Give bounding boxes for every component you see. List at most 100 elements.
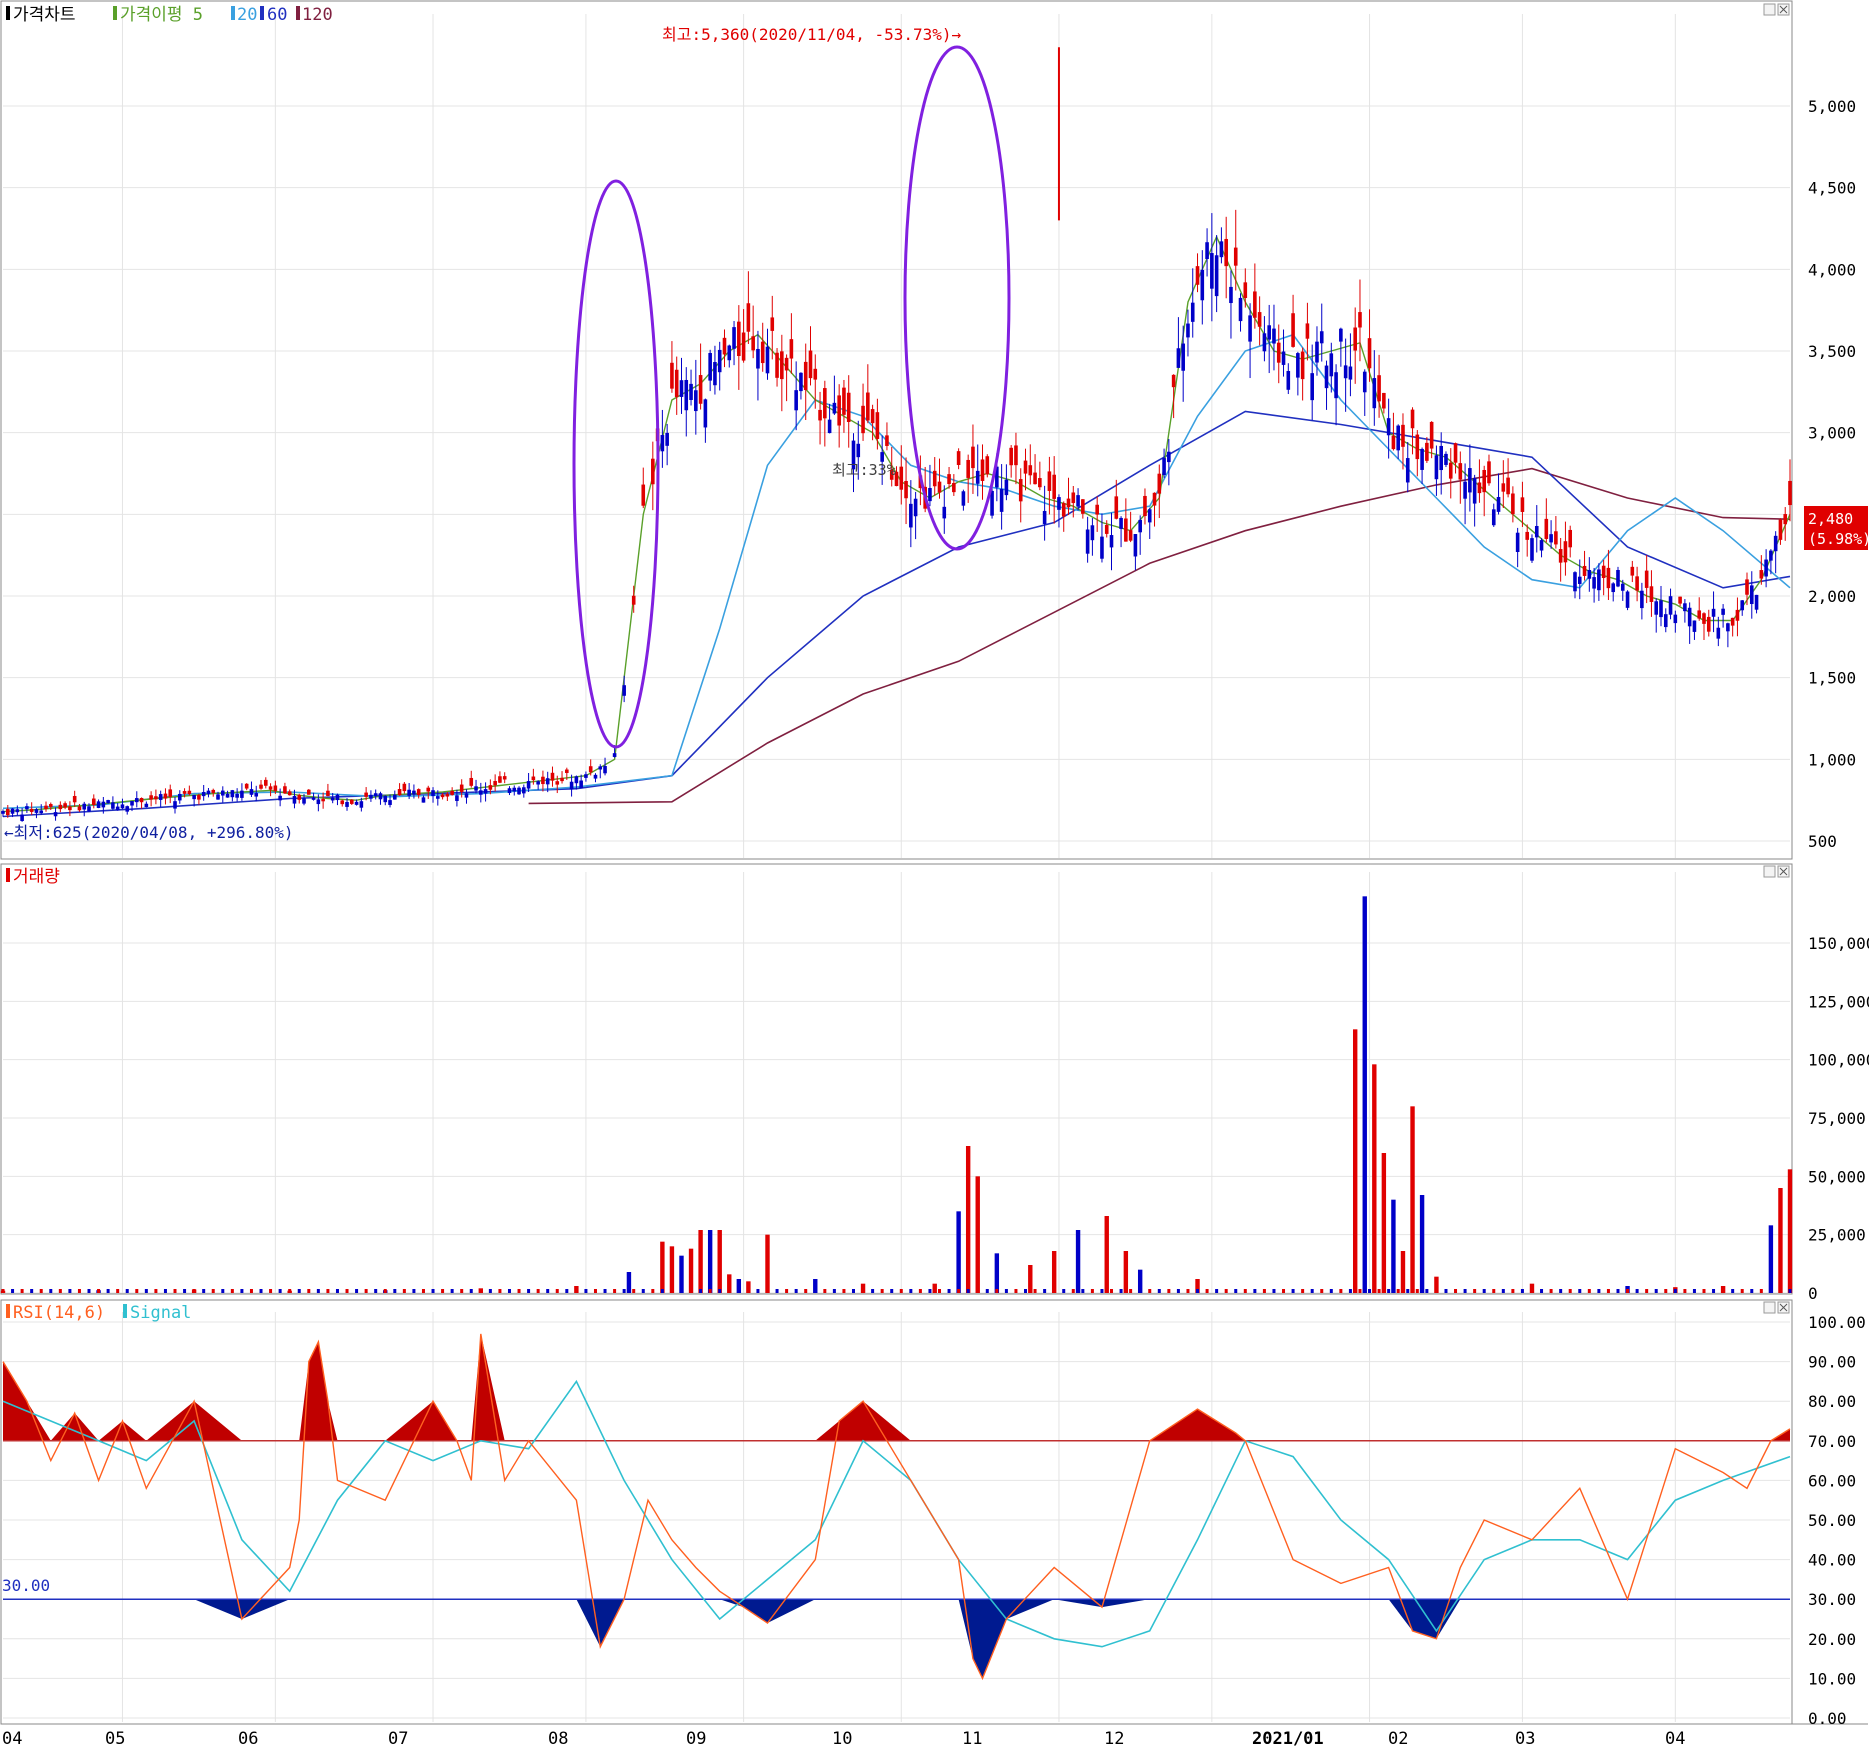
chart-window: 04 05 06 07 08 09 10 11 12 2021/01 02 03 04 5,000 4,50…	[0, 0, 1869, 1750]
volume-bar-small	[1463, 1289, 1467, 1293]
candle-body	[1453, 443, 1458, 463]
candle-body	[1090, 525, 1095, 541]
volume-bar-small	[326, 1289, 330, 1293]
price-y-tick: 3,000	[1808, 424, 1856, 443]
candle-body	[1310, 373, 1314, 401]
candle-body	[1296, 353, 1300, 378]
volume-bar-small	[765, 1289, 769, 1293]
candle-body	[1200, 269, 1205, 301]
volume-y-tick: 50,000	[1808, 1167, 1866, 1186]
volume-bar-small	[670, 1289, 674, 1293]
candle-body	[1343, 365, 1348, 379]
candle-body	[588, 766, 593, 773]
candle-body	[1625, 591, 1630, 608]
volume-bar-small	[718, 1289, 722, 1293]
volume-bar-small	[813, 1289, 817, 1293]
volume-bar-small	[1129, 1289, 1133, 1293]
volume-bar-small	[1, 1289, 5, 1293]
candle-body	[1286, 370, 1291, 390]
candle-body	[818, 409, 822, 421]
volume-bar-small	[593, 1289, 597, 1293]
candle-body	[794, 390, 798, 411]
volume-bar-small	[135, 1289, 139, 1293]
candle-body	[689, 383, 693, 400]
candle-body	[1128, 530, 1133, 541]
volume-bar-small	[851, 1289, 855, 1293]
candle-body	[1281, 351, 1286, 365]
candle-body	[971, 446, 975, 469]
candle-body	[445, 793, 450, 797]
candle-body	[115, 806, 120, 811]
candle-body	[254, 793, 259, 797]
ma120-legend: 120	[302, 5, 333, 25]
candle-body	[1726, 623, 1730, 632]
volume-bar-small	[651, 1289, 655, 1293]
candle-body	[684, 379, 689, 411]
candle-body	[1319, 331, 1324, 344]
volume-bar-small	[1348, 1289, 1352, 1293]
volume-bar	[1123, 1251, 1129, 1293]
candle-body	[612, 753, 617, 757]
candle-body	[1439, 445, 1444, 471]
candle-body	[82, 803, 87, 810]
candle-body	[1253, 291, 1257, 318]
candle-body	[1176, 348, 1181, 368]
candle-body	[1186, 323, 1190, 338]
volume-bar-small	[1119, 1289, 1123, 1293]
volume-bar-small	[1387, 1289, 1391, 1293]
x-tick-label: 2021/01	[1252, 1729, 1324, 1749]
volume-bar-small	[928, 1289, 932, 1293]
candle-body	[1501, 483, 1506, 492]
volume-bar-small	[1673, 1289, 1677, 1293]
volume-bar-small	[603, 1289, 607, 1293]
candle-body	[1, 811, 5, 814]
legend-marker	[6, 6, 10, 20]
candle-body	[1291, 313, 1295, 347]
volume-bar-small	[527, 1289, 531, 1293]
candle-body	[1549, 534, 1553, 543]
candle-body	[803, 361, 808, 391]
candle-body	[746, 303, 751, 332]
candle-body	[287, 791, 292, 796]
volume-y-tick: 125,000	[1808, 992, 1869, 1011]
candle-body	[694, 390, 698, 412]
volume-bar	[626, 1272, 632, 1293]
candle-body	[1372, 378, 1377, 409]
volume-bar-small	[785, 1289, 789, 1293]
volume-bar-small	[97, 1289, 101, 1293]
candle-body	[1138, 519, 1142, 533]
candle-body	[278, 795, 282, 801]
volume-bar	[932, 1283, 937, 1293]
candle-body	[393, 794, 397, 800]
candle-body	[225, 793, 230, 798]
candle-body	[96, 801, 101, 808]
volume-bar	[1768, 1225, 1774, 1293]
minimize-button[interactable]	[1763, 1301, 1776, 1314]
volume-bar-small	[957, 1289, 961, 1293]
candle-body	[154, 796, 158, 800]
candle-body	[1171, 374, 1176, 388]
volume-bar-small	[1406, 1289, 1410, 1293]
volume-bar-small	[49, 1289, 53, 1293]
candle-body	[469, 777, 474, 786]
volume-bar-small	[517, 1289, 521, 1293]
minimize-button[interactable]	[1763, 3, 1776, 16]
candle-body	[1396, 425, 1400, 451]
candle-body	[870, 409, 875, 424]
candle-body	[144, 803, 149, 808]
signal-legend: Signal	[130, 1303, 191, 1323]
candle-body	[679, 380, 684, 397]
volume-bar-small	[1702, 1289, 1706, 1293]
candle-body	[340, 800, 345, 805]
ma5-legend: 가격이평 5	[120, 5, 203, 25]
candle-body	[1377, 375, 1381, 402]
volume-bar-small	[1434, 1289, 1438, 1293]
rsi-y-tick: 70.00	[1808, 1432, 1856, 1451]
candle-body	[789, 339, 794, 359]
volume-bar-small	[393, 1289, 397, 1293]
volume-bar-small	[1721, 1289, 1725, 1293]
candle-body	[1085, 529, 1090, 554]
candle-body	[1238, 297, 1243, 322]
minimize-button[interactable]	[1763, 865, 1776, 878]
candle-body	[775, 352, 779, 378]
